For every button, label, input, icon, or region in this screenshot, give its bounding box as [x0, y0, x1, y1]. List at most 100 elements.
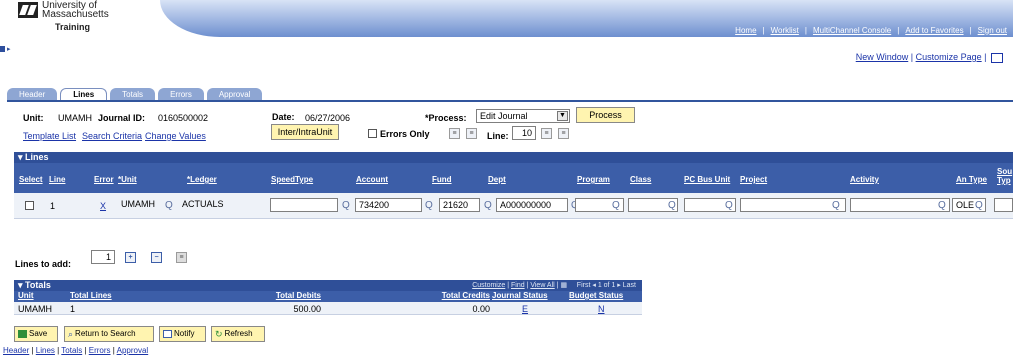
- brand-line-2: Massachusetts: [42, 9, 109, 20]
- interintra-unit-button[interactable]: Inter/IntraUnit: [271, 124, 339, 140]
- add-to-favorites-link[interactable]: Add to Favorites: [899, 26, 969, 35]
- previous-error-icon[interactable]: ≡: [449, 128, 460, 139]
- return-to-search-button[interactable]: ⌕ Return to Search: [64, 326, 154, 342]
- collapse-icon[interactable]: ▾: [18, 280, 25, 290]
- search-criteria-link[interactable]: Search Criteria: [82, 131, 142, 141]
- sign-out-link[interactable]: Sign out: [972, 26, 1013, 35]
- last-link[interactable]: Last: [623, 282, 636, 289]
- process-select[interactable]: Edit Journal ▼: [476, 109, 570, 123]
- fund-lookup-icon[interactable]: Q: [484, 201, 495, 212]
- new-window-link[interactable]: New Window: [856, 52, 909, 62]
- change-values-link[interactable]: Change Values: [145, 131, 206, 141]
- col-journal-status[interactable]: Journal Status: [492, 291, 548, 300]
- home-link[interactable]: Home: [729, 26, 762, 35]
- col-an-type[interactable]: An Type: [956, 175, 987, 184]
- totals-credits: 0.00: [472, 304, 490, 314]
- col-total-lines[interactable]: Total Lines: [70, 291, 112, 300]
- grid-icon[interactable]: ▦: [560, 282, 567, 289]
- next-arrow-icon[interactable]: ▸: [617, 282, 621, 289]
- multichannel-console-link[interactable]: MultiChannel Console: [807, 26, 897, 35]
- worklist-link[interactable]: Worklist: [765, 26, 805, 35]
- speedtype-input[interactable]: [270, 198, 338, 212]
- unit-input[interactable]: UMAMH: [118, 198, 165, 212]
- footer-link-lines[interactable]: Lines: [36, 346, 55, 355]
- chevron-down-icon[interactable]: ▼: [557, 111, 568, 121]
- notify-label: Notify: [174, 329, 195, 338]
- line-prev-icon[interactable]: ≡: [541, 128, 552, 139]
- save-label: Save: [29, 329, 48, 338]
- save-button[interactable]: Save: [14, 326, 58, 342]
- col-totals-unit[interactable]: Unit: [18, 291, 34, 300]
- expand-arrow-icon[interactable]: ▸: [7, 45, 11, 53]
- project-lookup-icon[interactable]: Q: [832, 201, 843, 212]
- col-fund[interactable]: Fund: [432, 175, 452, 184]
- col-dept[interactable]: Dept: [488, 175, 506, 184]
- speedtype-lookup-icon[interactable]: Q: [342, 201, 353, 212]
- col-select[interactable]: Select: [19, 175, 43, 184]
- col-total-debits[interactable]: Total Debits: [276, 291, 321, 300]
- pcbu-lookup-icon[interactable]: Q: [725, 201, 736, 212]
- col-total-credits[interactable]: Total Credits: [442, 291, 490, 300]
- account-input[interactable]: 734200: [355, 198, 422, 212]
- top-nav-links: Home | Worklist | MultiChannel Console | Ad…: [729, 23, 1013, 37]
- col-ledger[interactable]: *Ledger: [187, 175, 217, 184]
- col-project[interactable]: Project: [740, 175, 767, 184]
- view-all-link[interactable]: View All: [530, 282, 554, 289]
- print-icon[interactable]: [991, 52, 1003, 63]
- ledger-input[interactable]: ACTUALS: [179, 198, 259, 212]
- menu-toggle-icon[interactable]: [0, 46, 5, 52]
- find-link[interactable]: Find: [511, 282, 525, 289]
- col-class[interactable]: Class: [630, 175, 651, 184]
- col-budget-status[interactable]: Budget Status: [569, 291, 623, 300]
- next-error-icon[interactable]: ≡: [466, 128, 477, 139]
- footer-link-totals[interactable]: Totals: [61, 346, 82, 355]
- refresh-button[interactable]: ↻ Refresh: [211, 326, 265, 342]
- col-pc-bus-unit[interactable]: PC Bus Unit: [684, 175, 730, 184]
- antype-lookup-icon[interactable]: Q: [975, 201, 986, 212]
- col-program[interactable]: Program: [577, 175, 610, 184]
- lines-to-add-input[interactable]: 1: [91, 250, 115, 264]
- line-input[interactable]: 10: [512, 126, 536, 140]
- errors-only-label: Errors Only: [380, 129, 430, 139]
- process-button[interactable]: Process: [576, 107, 635, 123]
- page-utilities: New Window | Customize Page |: [856, 52, 1003, 63]
- add-line-icon[interactable]: +: [125, 252, 136, 263]
- footer-link-header[interactable]: Header: [3, 346, 29, 355]
- col-line[interactable]: Line: [49, 175, 65, 184]
- col-unit[interactable]: *Unit: [118, 175, 137, 184]
- dept-input[interactable]: A000000000: [496, 198, 568, 212]
- row-error-link[interactable]: X: [100, 201, 106, 211]
- footer-link-approval[interactable]: Approval: [117, 346, 149, 355]
- budget-status-link[interactable]: N: [598, 304, 605, 314]
- first-link[interactable]: First: [577, 282, 591, 289]
- fund-input[interactable]: 21620: [439, 198, 480, 212]
- line-next-icon[interactable]: ≡: [558, 128, 569, 139]
- col-speedtype[interactable]: SpeedType: [271, 175, 313, 184]
- notify-button[interactable]: Notify: [159, 326, 206, 342]
- lines-to-add-label: Lines to add:: [15, 259, 71, 269]
- account-lookup-icon[interactable]: Q: [425, 201, 436, 212]
- customize-link[interactable]: Customize: [472, 282, 505, 289]
- collapse-icon[interactable]: ▾: [18, 152, 25, 162]
- select-checkbox[interactable]: [25, 201, 34, 210]
- activity-lookup-icon[interactable]: Q: [938, 201, 949, 212]
- source-input[interactable]: [994, 198, 1013, 212]
- col-error[interactable]: Error: [94, 175, 114, 184]
- errors-only-checkbox[interactable]: [368, 129, 377, 138]
- col-account[interactable]: Account: [356, 175, 388, 184]
- activity-input[interactable]: [850, 198, 950, 212]
- process-select-value: Edit Journal: [480, 111, 528, 121]
- customize-page-link[interactable]: Customize Page: [916, 52, 982, 62]
- unit-lookup-icon[interactable]: Q: [165, 201, 176, 212]
- journal-status-link[interactable]: E: [522, 304, 528, 314]
- remove-line-icon[interactable]: −: [151, 252, 162, 263]
- col-activity[interactable]: Activity: [850, 175, 879, 184]
- footer-link-errors[interactable]: Errors: [89, 346, 111, 355]
- class-lookup-icon[interactable]: Q: [668, 201, 679, 212]
- project-input[interactable]: [740, 198, 846, 212]
- copy-line-icon[interactable]: ≡: [176, 252, 187, 263]
- program-lookup-icon[interactable]: Q: [612, 201, 623, 212]
- template-list-link[interactable]: Template List: [23, 131, 76, 141]
- prev-arrow-icon[interactable]: ◂: [592, 282, 596, 289]
- col-source-type[interactable]: Sou Typ: [997, 167, 1013, 185]
